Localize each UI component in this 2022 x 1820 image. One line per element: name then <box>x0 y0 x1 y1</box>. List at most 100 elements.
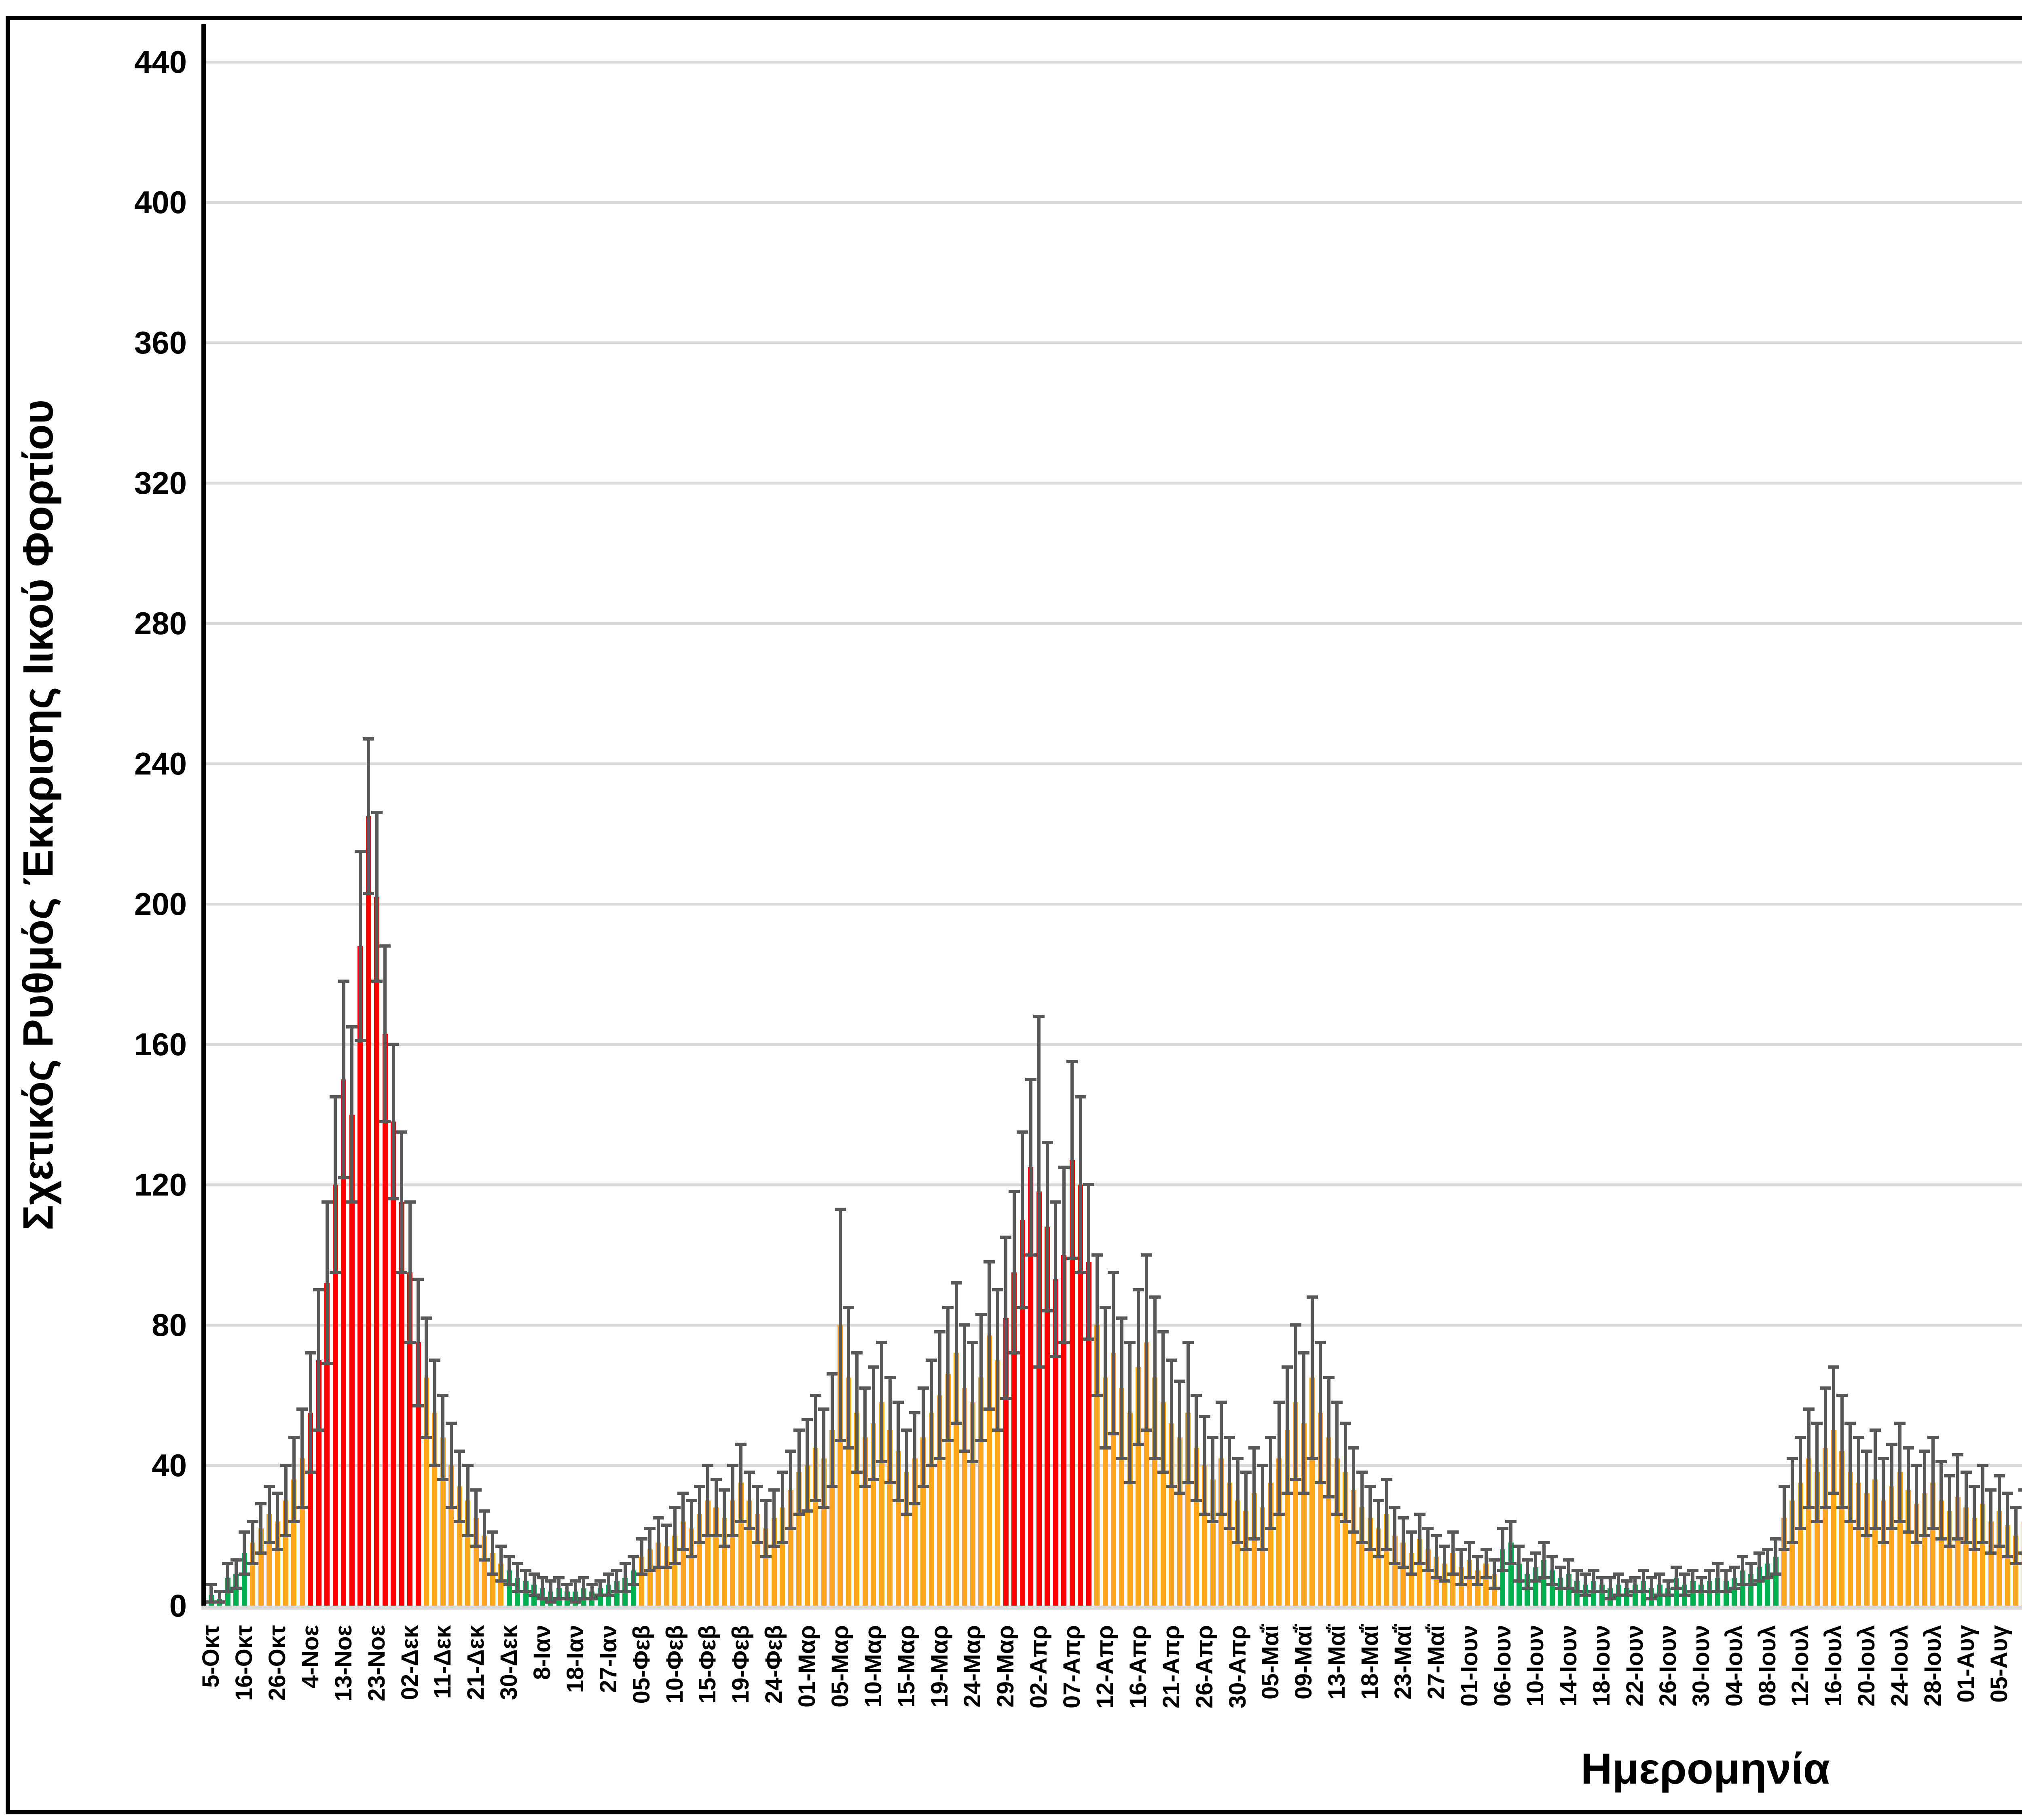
error-bar-cap-top <box>859 1386 871 1390</box>
error-bar-cap-top <box>1779 1485 1790 1488</box>
error-bar <box>1236 1458 1239 1543</box>
error-bar-cap-top <box>487 1530 498 1534</box>
y-axis-title: Σχετικός Ρυθμός Έκκρισης Ιικού Φορτίου <box>14 22 63 1608</box>
error-bar <box>1683 1574 1686 1595</box>
error-bar-cap-top <box>1894 1422 1906 1425</box>
error-bar <box>1700 1578 1703 1592</box>
x-tick-label: 18-Ιαν <box>563 1625 588 1795</box>
error-bar-cap-top <box>1009 1190 1020 1193</box>
error-bar <box>1137 1290 1140 1444</box>
error-bar-cap-bottom <box>462 1534 474 1537</box>
error-bar <box>1070 1062 1074 1258</box>
error-bar-cap-top <box>231 1558 242 1562</box>
error-bar-cap-top <box>1149 1295 1161 1299</box>
error-bar <box>400 1132 403 1272</box>
error-bar <box>922 1388 925 1486</box>
error-bar-cap-bottom <box>1232 1541 1244 1544</box>
error-bar-cap-top <box>330 1095 341 1098</box>
error-bar <box>748 1472 751 1528</box>
error-bar-cap-bottom <box>1522 1587 1533 1590</box>
error-bar-cap-top <box>1853 1436 1864 1439</box>
error-bar <box>1882 1458 1885 1543</box>
error-bar-cap-bottom <box>1505 1562 1516 1565</box>
error-bar-cap-top <box>1836 1394 1848 1397</box>
error-bar-cap-top <box>1870 1428 1881 1432</box>
y-tick-label: 240 <box>57 745 187 782</box>
error-bar <box>359 851 362 1041</box>
error-bar-cap-top <box>264 1485 275 1488</box>
error-bar-cap-bottom <box>561 1597 573 1600</box>
error-bar-cap-top <box>346 1025 357 1029</box>
error-bar-cap-top <box>1629 1576 1641 1579</box>
error-bar-cap-top <box>694 1485 705 1488</box>
x-tick-label: 02-Απρ <box>1026 1625 1052 1795</box>
error-bar-cap-bottom <box>620 1590 631 1593</box>
error-bar <box>839 1209 842 1441</box>
error-bar <box>1940 1462 1943 1539</box>
error-bar-cap-top <box>1348 1446 1359 1450</box>
error-bar-cap-top <box>529 1572 540 1576</box>
error-bar-cap-top <box>1199 1415 1210 1418</box>
error-bar <box>607 1574 610 1595</box>
error-bar-cap-bottom <box>586 1597 598 1600</box>
error-bar-cap-bottom <box>1364 1548 1376 1551</box>
error-bar-cap-top <box>1803 1407 1815 1411</box>
error-bar-cap-bottom <box>1762 1576 1773 1579</box>
error-bar <box>723 1490 726 1546</box>
error-bar-cap-bottom <box>388 1197 399 1200</box>
error-bar-cap-top <box>355 850 366 853</box>
x-tick-label: 10-Μαρ <box>861 1625 886 1795</box>
error-bar-cap-bottom <box>1207 1520 1218 1523</box>
error-bar-cap-bottom <box>893 1499 904 1502</box>
error-bar-cap-top <box>628 1555 639 1558</box>
error-bar-cap-bottom <box>901 1513 912 1516</box>
error-bar <box>1203 1416 1206 1515</box>
error-bar-cap-top <box>1638 1569 1649 1572</box>
error-bar <box>1368 1486 1372 1549</box>
error-bar-cap-top <box>677 1492 689 1495</box>
gridline <box>204 61 2022 63</box>
error-bar-cap-bottom <box>1216 1513 1227 1516</box>
error-bar-cap-top <box>926 1359 937 1362</box>
error-bar-cap-bottom <box>255 1551 266 1555</box>
error-bar-cap-top <box>272 1492 283 1495</box>
error-bar-cap-top <box>404 1200 416 1204</box>
error-bar-cap-bottom <box>868 1478 879 1481</box>
error-bar-cap-top <box>371 811 383 814</box>
error-bar-cap-bottom <box>760 1555 772 1558</box>
error-bar <box>648 1528 651 1570</box>
error-bar-cap-bottom <box>1290 1478 1301 1481</box>
error-bar <box>383 946 387 1122</box>
error-bar <box>1807 1409 1810 1507</box>
error-bar-cap-bottom <box>1571 1590 1583 1593</box>
error-bar <box>508 1557 511 1585</box>
error-bar-cap-top <box>1696 1576 1707 1579</box>
error-bar <box>1965 1472 1968 1543</box>
error-bar-cap-top <box>1050 1200 1061 1204</box>
error-bar-cap-bottom <box>727 1534 738 1537</box>
error-bar-cap-top <box>247 1520 258 1523</box>
error-bar-cap-bottom <box>1149 1457 1161 1460</box>
error-bar <box>814 1395 817 1500</box>
error-bar <box>863 1388 867 1486</box>
error-bar-cap-top <box>1373 1499 1384 1502</box>
x-tick-label: 27-Μαΐ <box>1423 1625 1449 1795</box>
error-bar-cap-top <box>2002 1492 2013 1495</box>
error-bar-cap-bottom <box>437 1478 448 1481</box>
error-bar-cap-top <box>802 1418 813 1421</box>
error-bar-cap-bottom <box>1124 1481 1136 1484</box>
error-bar-cap-top <box>2010 1506 2022 1509</box>
x-tick-label: 18-Μαΐ <box>1357 1625 1383 1795</box>
error-bar <box>715 1479 718 1536</box>
error-bar-cap-top <box>570 1579 581 1583</box>
x-tick-label: 30-Απρ <box>1225 1625 1251 1795</box>
error-bar-cap-top <box>1762 1548 1773 1551</box>
error-bar-cap-top <box>1513 1545 1525 1548</box>
error-bar-cap-top <box>379 944 391 948</box>
error-bar <box>1120 1318 1123 1458</box>
error-bar-cap-bottom <box>1844 1520 1856 1523</box>
error-bar-cap-bottom <box>1935 1537 1947 1541</box>
error-bar-cap-bottom <box>1174 1492 1185 1495</box>
error-bar-cap-top <box>727 1464 738 1467</box>
error-bar-cap-bottom <box>1116 1457 1127 1460</box>
